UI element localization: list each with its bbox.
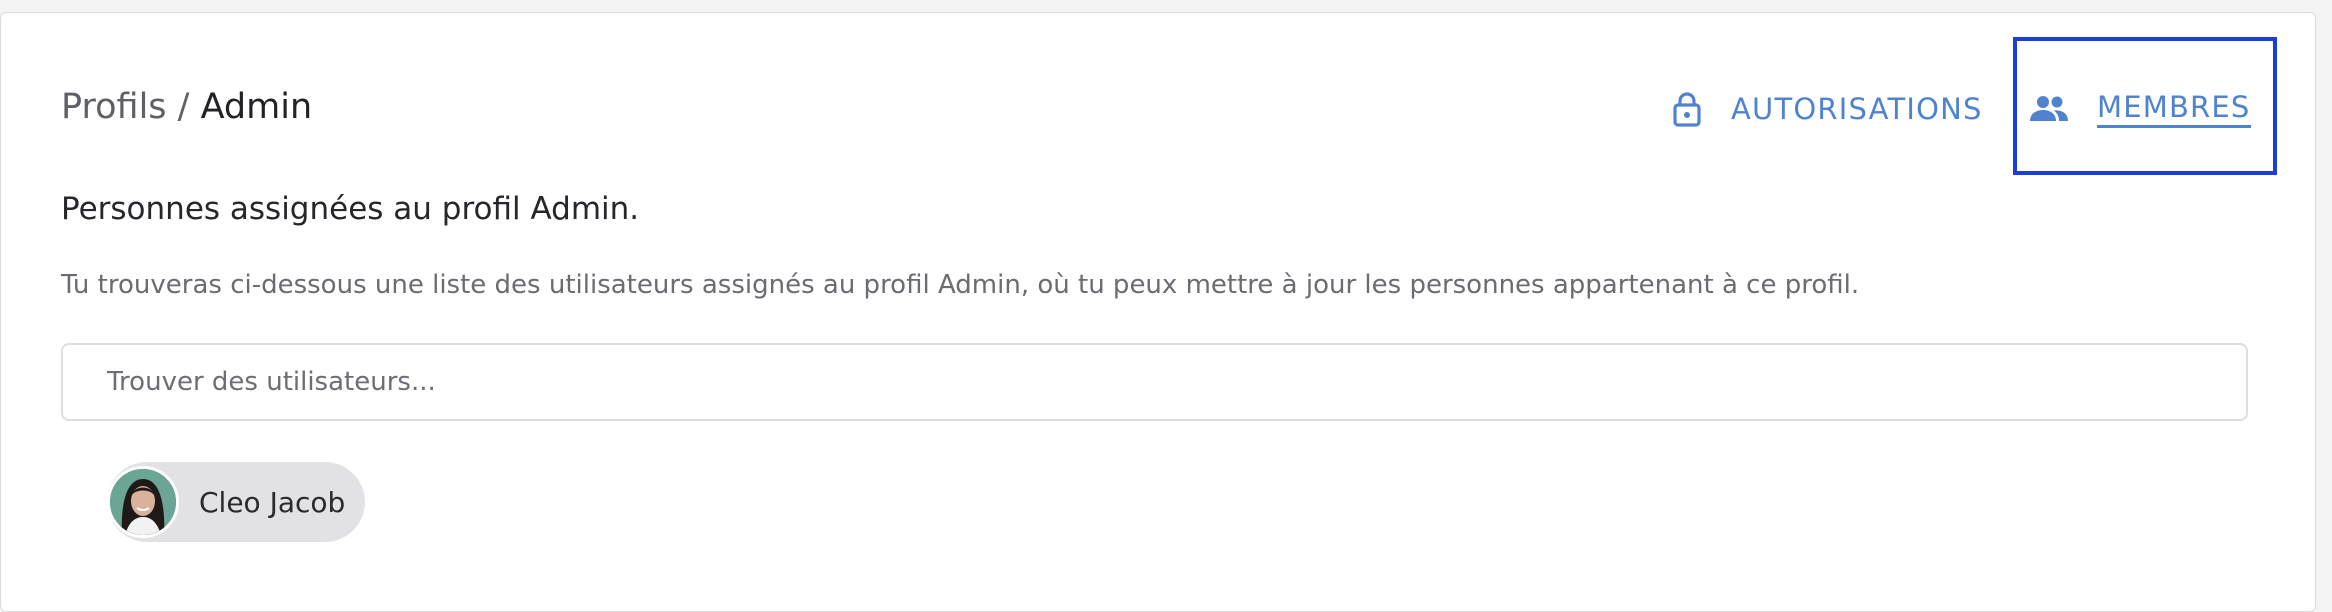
section-title: Personnes assignées au profil Admin. [61,191,640,227]
tab-autorisations[interactable]: AUTORISATIONS [1673,83,1983,135]
breadcrumb-current: Admin [200,87,313,127]
member-chip[interactable]: Cleo Jacob [107,462,365,542]
member-name: Cleo Jacob [199,485,346,519]
search-users-input[interactable] [61,343,2248,421]
breadcrumb-parent[interactable]: Profils [61,87,167,127]
section-description: Tu trouveras ci-dessous une liste des ut… [61,270,1860,300]
tab-autorisations-label: AUTORISATIONS [1731,92,1983,126]
active-tab-highlight [2013,37,2277,175]
breadcrumb: Profils / Admin [61,81,312,133]
breadcrumb-separator: / [166,87,201,127]
profile-card: Profils / Admin AUTORISATIONS MEMBRES Pe… [0,12,2316,612]
lock-icon [1673,91,1701,127]
avatar [107,466,179,538]
